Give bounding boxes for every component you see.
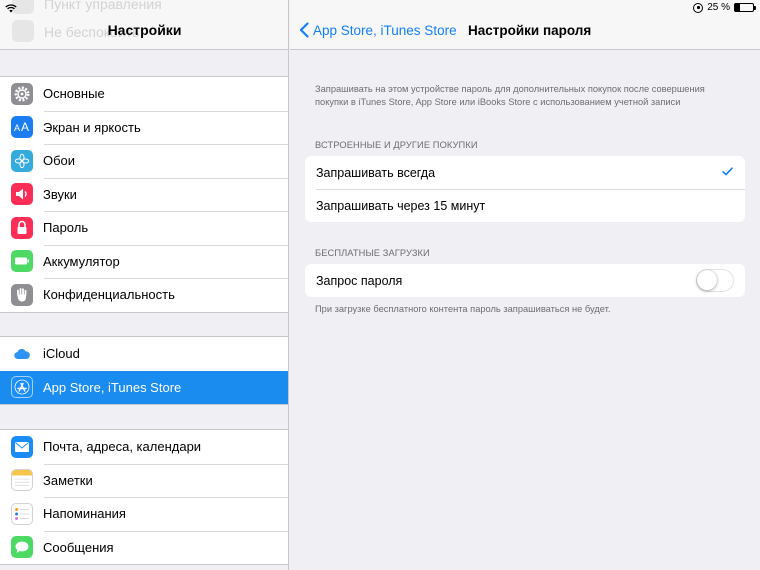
sidebar-item-label: Конфиденциальность xyxy=(43,287,175,303)
battery-level-fill xyxy=(735,4,740,11)
settings-group-general: Основные A A Экран и яркость Обои Звуки … xyxy=(0,76,288,313)
page-title: Настройки пароля xyxy=(468,23,592,38)
back-button[interactable]: App Store, iTunes Store xyxy=(298,22,457,38)
option-always-require[interactable]: Запрашивать всегда xyxy=(305,156,745,189)
cloud-icon xyxy=(11,342,33,365)
sidebar-item-label: Сообщения xyxy=(43,539,114,555)
sidebar-item-privacy[interactable]: Конфиденциальность xyxy=(0,278,288,312)
svg-text:A: A xyxy=(21,120,29,134)
sidebar-item-label: Почта, адреса, календари xyxy=(43,439,202,455)
status-bar: 25 % xyxy=(0,0,760,16)
checkmark-icon xyxy=(722,167,733,176)
sidebar-item-reminders[interactable]: Напоминания xyxy=(0,497,288,531)
sidebar-item-label: Аккумулятор xyxy=(43,253,120,269)
sidebar-item-label: iCloud xyxy=(43,346,80,362)
sidebar-item-label: Экран и яркость xyxy=(43,119,141,135)
text-size-icon: A A xyxy=(11,116,33,139)
free-downloads-footer: При загрузке бесплатного контента пароль… xyxy=(315,304,611,314)
purchases-options-group: Запрашивать всегда Запрашивать через 15 … xyxy=(305,156,745,222)
sidebar-item-wallpaper[interactable]: Обои xyxy=(0,144,288,178)
sidebar-item-label: Напоминания xyxy=(43,506,126,522)
section-header-free-downloads: БЕСПЛАТНЫЕ ЗАГРУЗКИ xyxy=(315,248,430,258)
speaker-icon xyxy=(11,183,33,206)
sidebar-item-mail[interactable]: Почта, адреса, календари xyxy=(0,430,288,464)
detail-pane: App Store, iTunes Store Настройки пароля… xyxy=(290,0,760,570)
sidebar-item-label: Обои xyxy=(43,153,76,169)
sidebar-item-icloud[interactable]: iCloud xyxy=(0,337,288,371)
sidebar-item-label: Заметки xyxy=(43,472,93,488)
option-require-after-15-min[interactable]: Запрашивать через 15 минут xyxy=(305,189,745,222)
app-store-icon xyxy=(11,376,33,399)
free-downloads-group: Запрос пароля xyxy=(305,264,745,297)
sidebar-item-label: Основные xyxy=(43,86,105,102)
lock-icon xyxy=(11,216,33,239)
settings-group-accounts: iCloud App Store, iTunes Store xyxy=(0,336,288,405)
wifi-icon xyxy=(5,4,17,13)
chevron-left-icon xyxy=(299,22,309,38)
battery-percent: 25 % xyxy=(707,2,730,13)
mail-icon xyxy=(11,435,33,458)
notes-icon xyxy=(11,469,33,492)
sidebar-item-messages[interactable]: Сообщения xyxy=(0,530,288,565)
reminders-icon xyxy=(11,502,33,525)
sidebar-item-sounds[interactable]: Звуки xyxy=(0,177,288,212)
rotation-lock-icon xyxy=(693,2,704,13)
settings-group-apps: Почта, адреса, календари Заметки Напомин… xyxy=(0,429,288,565)
sidebar-item-app-store[interactable]: App Store, iTunes Store xyxy=(0,370,288,404)
sidebar-item-label: Пароль xyxy=(43,220,89,236)
battery-icon xyxy=(11,250,33,273)
hand-icon xyxy=(11,283,33,306)
require-password-label: Запрос пароля xyxy=(316,273,403,288)
password-settings-description: Запрашивать на этом устройстве пароль дл… xyxy=(315,84,705,107)
require-password-toggle[interactable] xyxy=(696,269,734,292)
back-button-label: App Store, iTunes Store xyxy=(313,22,457,38)
sidebar-item-label: Звуки xyxy=(43,186,77,202)
toggle-knob xyxy=(697,270,717,290)
settings-sidebar: Пункт управления Не беспокоить Настройки… xyxy=(0,0,289,570)
gear-icon xyxy=(11,82,33,105)
require-password-row: Запрос пароля xyxy=(305,264,745,297)
messages-icon xyxy=(11,536,33,559)
sidebar-item-notes[interactable]: Заметки xyxy=(0,463,288,498)
svg-text:A: A xyxy=(14,123,20,133)
battery-status-icon xyxy=(734,3,756,12)
sidebar-item-label: App Store, iTunes Store xyxy=(43,379,182,395)
option-label: Запрашивать через 15 минут xyxy=(316,198,486,213)
sidebar-item-display[interactable]: A A Экран и яркость xyxy=(0,110,288,145)
wallpaper-flower-icon xyxy=(11,149,33,172)
sidebar-item-passcode[interactable]: Пароль xyxy=(0,211,288,245)
sidebar-item-battery[interactable]: Аккумулятор xyxy=(0,244,288,279)
sidebar-item-general[interactable]: Основные xyxy=(0,77,288,111)
sidebar-title: Настройки xyxy=(107,22,182,38)
option-label: Запрашивать всегда xyxy=(316,165,436,180)
section-header-purchases: ВСТРОЕННЫЕ И ДРУГИЕ ПОКУПКИ xyxy=(315,140,478,150)
